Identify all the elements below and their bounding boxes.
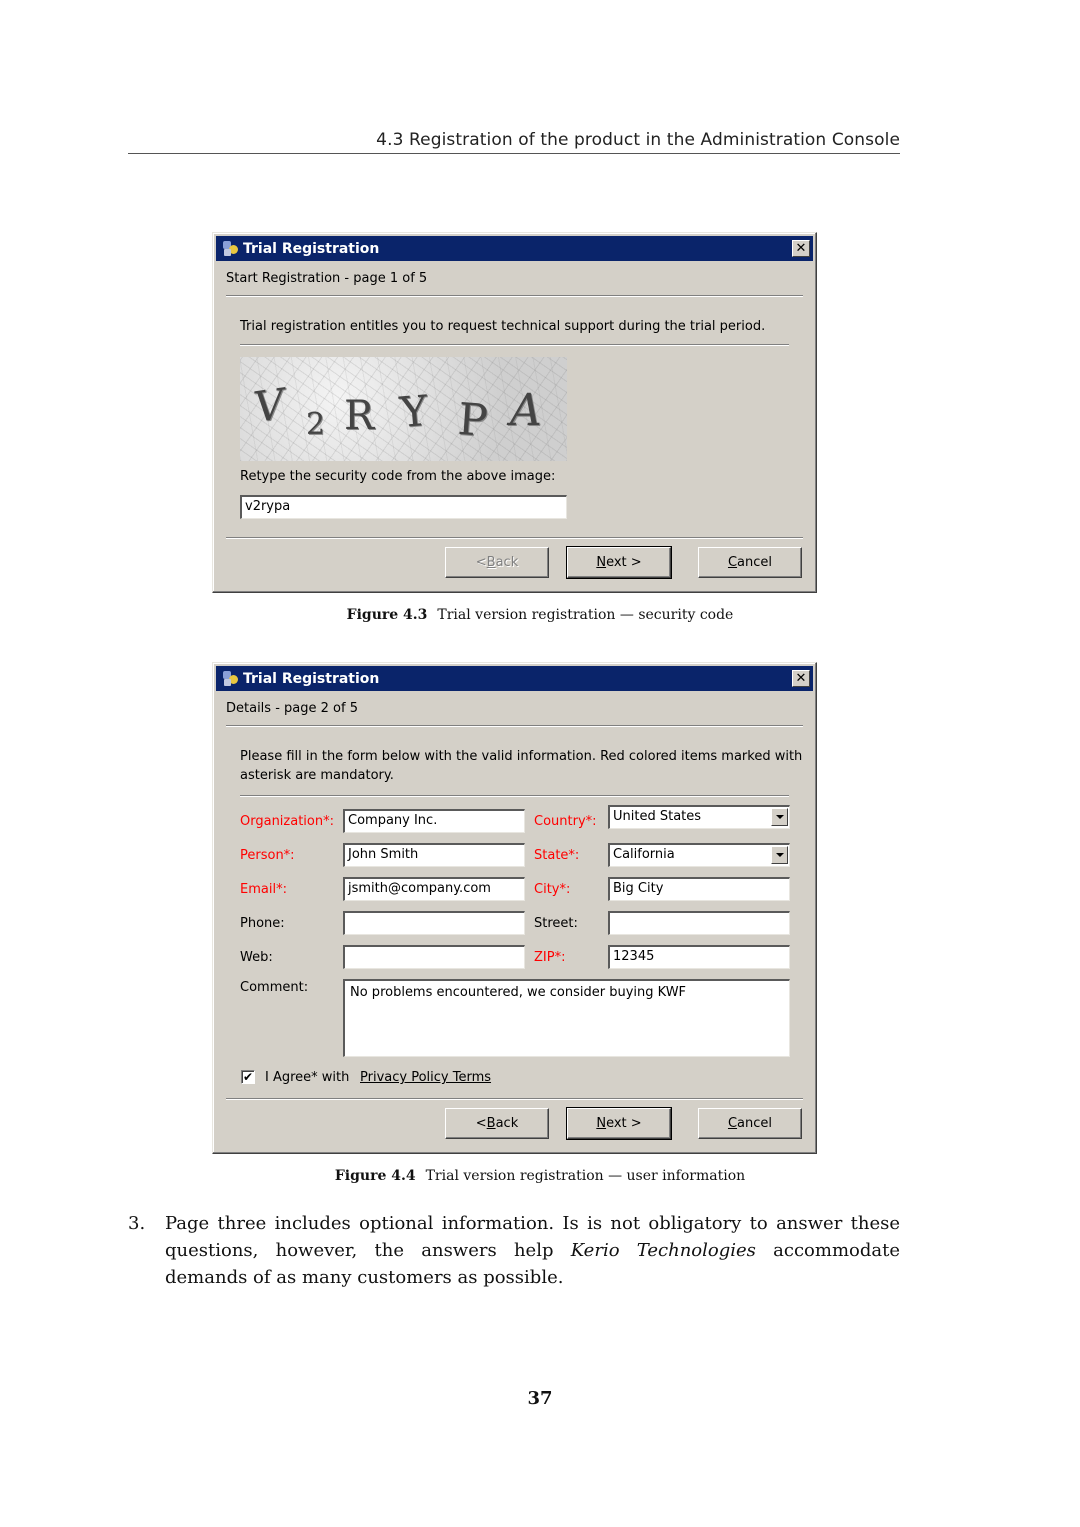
figure-text: Trial version registration — security co… bbox=[437, 607, 734, 623]
city-label: City*: bbox=[534, 882, 571, 897]
web-label: Web: bbox=[240, 950, 273, 965]
email-label: Email*: bbox=[240, 882, 287, 897]
close-button[interactable]: ✕ bbox=[792, 670, 810, 687]
trial-registration-dialog-page2: Trial Registration ✕ Details - page 2 of… bbox=[212, 662, 817, 1154]
intro-text: Trial registration entitles you to reque… bbox=[240, 319, 766, 334]
state-select[interactable]: California bbox=[608, 843, 790, 867]
comment-textarea[interactable]: No problems encountered, we consider buy… bbox=[343, 979, 790, 1057]
figure-text: Trial version registration — user inform… bbox=[425, 1168, 746, 1184]
figure-label: Figure 4.3 bbox=[346, 607, 428, 623]
next-button[interactable]: Next > bbox=[566, 1107, 672, 1140]
captcha-char: P bbox=[456, 394, 490, 447]
dialog-title: Trial Registration bbox=[243, 670, 380, 687]
cancel-button[interactable]: Cancel bbox=[698, 547, 802, 578]
retype-label: Retype the security code from the above … bbox=[240, 469, 556, 484]
list-number: 3. bbox=[128, 1213, 146, 1234]
divider bbox=[226, 537, 803, 539]
trial-registration-dialog-page1: Trial Registration ✕ Start Registration … bbox=[212, 232, 817, 593]
chevron-down-icon[interactable] bbox=[771, 846, 788, 864]
state-label: State*: bbox=[534, 848, 580, 863]
intro-text-line2: asterisk are mandatory. bbox=[240, 768, 394, 783]
comment-label: Comment: bbox=[240, 980, 309, 995]
cancel-button[interactable]: Cancel bbox=[698, 1108, 802, 1139]
street-input[interactable] bbox=[608, 911, 790, 935]
phone-input[interactable] bbox=[343, 911, 525, 935]
numbered-paragraph: 3. Page three includes optional informat… bbox=[128, 1210, 900, 1291]
page-heading: Start Registration - page 1 of 5 bbox=[226, 271, 428, 286]
phone-label: Phone: bbox=[240, 916, 285, 931]
divider bbox=[226, 725, 803, 727]
organization-label: Organization*: bbox=[240, 814, 334, 829]
organization-input[interactable]: Company Inc. bbox=[343, 809, 525, 833]
figure-caption-4-3: Figure 4.3 Trial version registration — s… bbox=[0, 607, 1080, 623]
captcha-char: V bbox=[250, 379, 288, 432]
paragraph-body: Page three includes optional information… bbox=[165, 1213, 900, 1288]
zip-input[interactable]: 12345 bbox=[608, 945, 790, 969]
app-icon bbox=[222, 670, 239, 687]
figure-label: Figure 4.4 bbox=[334, 1168, 416, 1184]
captcha-char: A bbox=[510, 385, 542, 436]
chevron-down-icon[interactable] bbox=[771, 808, 788, 826]
country-select[interactable]: United States bbox=[608, 805, 790, 829]
captcha-char: R bbox=[344, 393, 375, 439]
zip-label: ZIP*: bbox=[534, 950, 566, 965]
back-button[interactable]: < Back bbox=[445, 547, 549, 578]
checkmark-icon: ✔ bbox=[242, 1070, 254, 1084]
country-value: United States bbox=[613, 809, 702, 824]
captcha-char: 2 bbox=[306, 407, 326, 442]
city-input[interactable]: Big City bbox=[608, 877, 790, 901]
captcha-char: Y bbox=[397, 385, 430, 438]
divider bbox=[240, 795, 789, 797]
page-heading: Details - page 2 of 5 bbox=[226, 701, 358, 716]
country-label: Country*: bbox=[534, 814, 597, 829]
close-button[interactable]: ✕ bbox=[792, 240, 810, 257]
person-input[interactable]: John Smith bbox=[343, 843, 525, 867]
app-icon bbox=[222, 240, 239, 257]
agree-checkbox[interactable]: ✔ bbox=[241, 1070, 255, 1084]
person-label: Person*: bbox=[240, 848, 295, 863]
title-bar: Trial Registration ✕ bbox=[216, 236, 813, 261]
back-button[interactable]: < Back bbox=[445, 1108, 549, 1139]
divider bbox=[240, 344, 789, 346]
company-name: Kerio Technologies bbox=[570, 1240, 756, 1261]
page-number: 37 bbox=[527, 1388, 553, 1409]
security-code-input[interactable]: v2rypa bbox=[240, 495, 567, 519]
dialog-title: Trial Registration bbox=[243, 240, 380, 257]
web-input[interactable] bbox=[343, 945, 525, 969]
email-input[interactable]: jsmith@company.com bbox=[343, 877, 525, 901]
running-head: 4.3 Registration of the product in the A… bbox=[128, 130, 900, 154]
title-bar: Trial Registration ✕ bbox=[216, 666, 813, 691]
divider bbox=[226, 295, 803, 297]
captcha-image: V 2 R Y P A bbox=[240, 357, 567, 461]
privacy-policy-link[interactable]: Privacy Policy Terms bbox=[360, 1070, 491, 1085]
state-value: California bbox=[613, 847, 675, 862]
figure-caption-4-4: Figure 4.4 Trial version registration — u… bbox=[0, 1168, 1080, 1184]
agree-label: I Agree* with bbox=[265, 1070, 350, 1085]
close-icon: ✕ bbox=[795, 671, 807, 686]
divider bbox=[226, 1098, 803, 1100]
close-icon: ✕ bbox=[795, 241, 807, 256]
intro-text-line1: Please fill in the form below with the v… bbox=[240, 749, 803, 764]
street-label: Street: bbox=[534, 916, 578, 931]
next-button[interactable]: Next > bbox=[566, 546, 672, 579]
